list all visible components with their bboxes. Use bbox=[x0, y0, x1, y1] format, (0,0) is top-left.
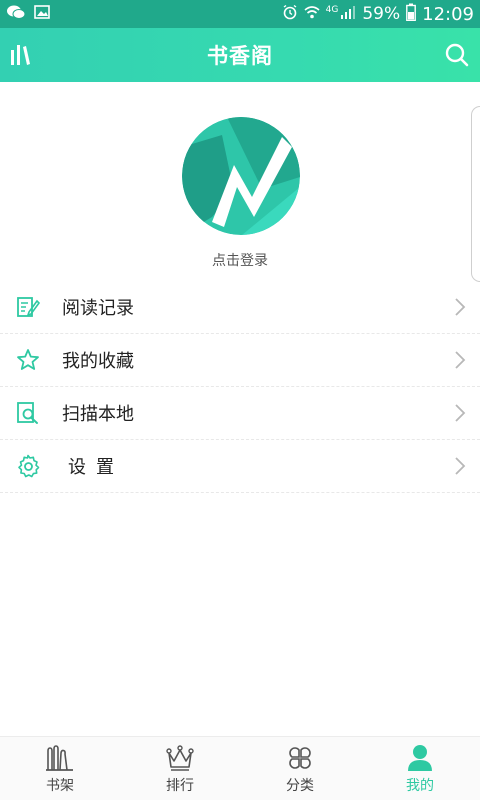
star-icon bbox=[17, 349, 39, 370]
search-button[interactable] bbox=[444, 41, 470, 69]
nav-item-ranking[interactable]: 排行 bbox=[120, 737, 240, 800]
alarm-icon bbox=[282, 4, 298, 25]
app-logo-avatar bbox=[182, 117, 300, 235]
menu-item-label: 我的收藏 bbox=[62, 351, 134, 372]
menu-item-label: 扫描本地 bbox=[62, 404, 134, 425]
chevron-right-icon bbox=[455, 351, 466, 369]
scan-local-icon bbox=[17, 402, 38, 424]
signal-icon bbox=[340, 4, 356, 25]
bottom-nav: 书架 排行 分类 我的 bbox=[0, 736, 480, 800]
profile-menu: 阅读记录 我的收藏 扫描本地 设置 bbox=[0, 281, 480, 493]
menu-item-label: 设置 bbox=[68, 457, 124, 478]
chevron-right-icon bbox=[455, 298, 466, 316]
bookshelf-icon bbox=[46, 745, 73, 771]
login-link[interactable]: 点击登录 bbox=[0, 250, 480, 270]
nav-label: 排行 bbox=[166, 778, 194, 794]
nav-item-category[interactable]: 分类 bbox=[240, 737, 360, 800]
image-icon bbox=[34, 4, 50, 25]
nav-item-bookshelf[interactable]: 书架 bbox=[0, 737, 120, 800]
nav-label: 分类 bbox=[286, 778, 314, 794]
status-left bbox=[6, 4, 50, 25]
menu-item-settings[interactable]: 设置 bbox=[0, 440, 480, 493]
category-icon bbox=[289, 747, 311, 769]
chevron-right-icon bbox=[455, 404, 466, 422]
nav-label: 我的 bbox=[406, 778, 434, 794]
menu-item-favorites[interactable]: 我的收藏 bbox=[0, 334, 480, 387]
status-bar: 4G 59% 12:09 bbox=[0, 0, 480, 28]
battery-percent: 59% bbox=[362, 4, 401, 24]
wifi-icon bbox=[304, 4, 320, 25]
app-header: 书香阁 bbox=[0, 28, 480, 82]
page-title: 书香阁 bbox=[207, 44, 273, 68]
search-icon bbox=[445, 43, 469, 67]
bookshelf-bars-icon bbox=[11, 45, 30, 65]
nav-label: 书架 bbox=[46, 778, 74, 794]
reading-record-icon bbox=[17, 297, 40, 317]
clock: 12:09 bbox=[422, 3, 474, 25]
bookshelf-menu-button[interactable] bbox=[8, 41, 34, 69]
avatar[interactable] bbox=[182, 117, 300, 235]
nav-item-mine[interactable]: 我的 bbox=[360, 737, 480, 800]
menu-item-label: 阅读记录 bbox=[62, 298, 134, 319]
status-right: 4G 59% 12:09 bbox=[282, 3, 474, 26]
user-icon bbox=[408, 745, 432, 771]
menu-item-scan-local[interactable]: 扫描本地 bbox=[0, 387, 480, 440]
crown-icon bbox=[166, 745, 194, 771]
battery-icon bbox=[406, 3, 417, 26]
gear-icon bbox=[18, 454, 40, 478]
chevron-right-icon bbox=[455, 457, 466, 475]
wechat-icon bbox=[6, 4, 26, 25]
menu-item-reading-record[interactable]: 阅读记录 bbox=[0, 281, 480, 334]
network-type-label: 4G bbox=[325, 5, 339, 15]
